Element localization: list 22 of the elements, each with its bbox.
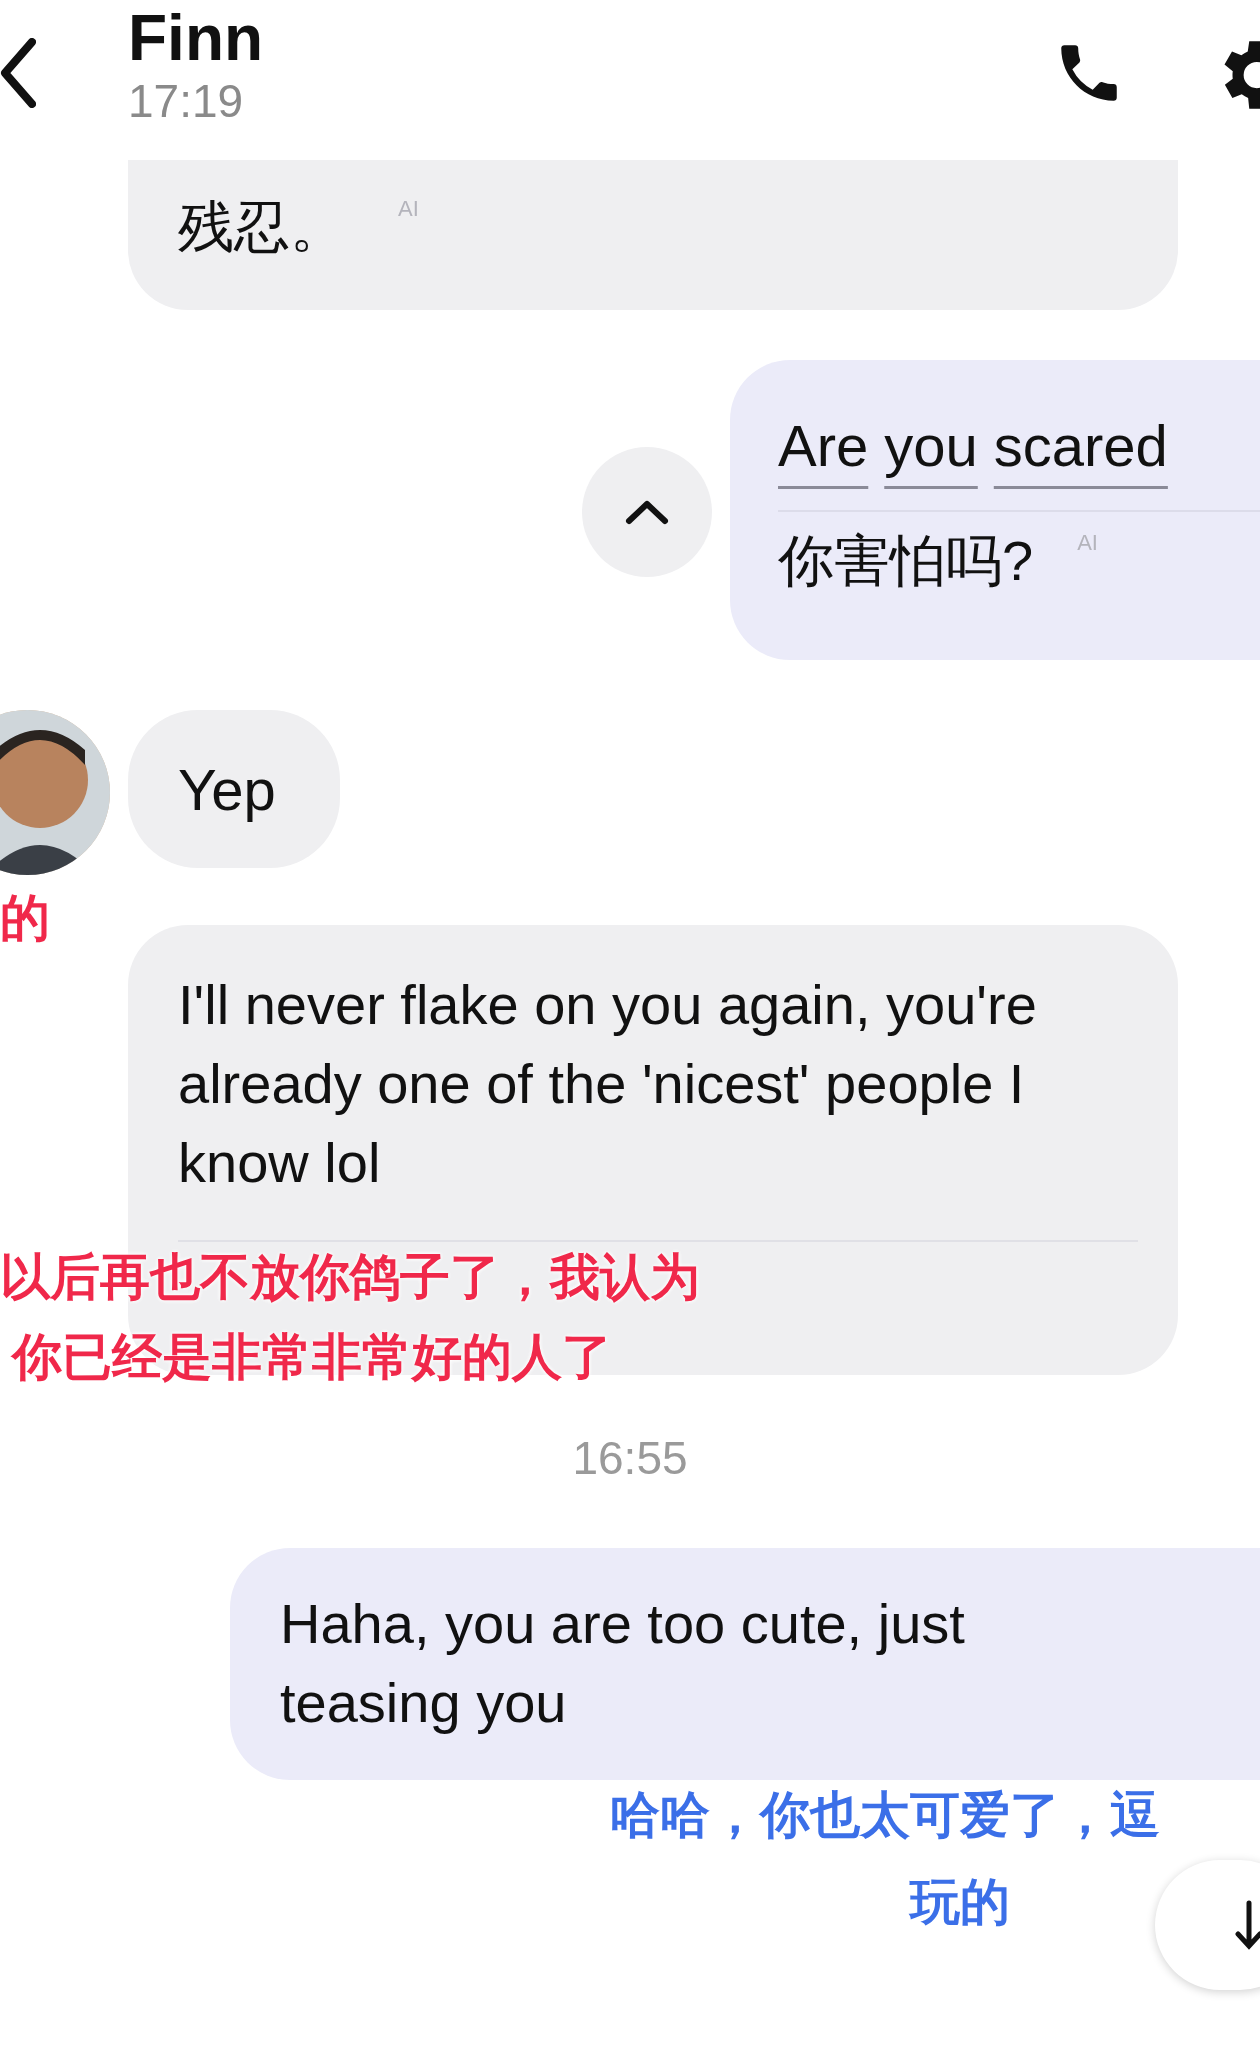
message-text: Yep [178,755,276,824]
caption-text: 哈哈，你也太可爱了，逗 [610,1786,1160,1845]
contact-name: Finn [128,1,264,76]
timestamp: 16:55 [572,1432,688,1484]
message-word: scared [993,412,1168,480]
back-icon[interactable] [0,38,36,108]
down-arrow-icon [1235,1900,1260,1950]
message-word: Are [778,412,869,480]
message-text: Haha, you are too cute, just teasing you [280,1591,966,1736]
caption-text: 你已经是非常非常好的人了 [12,1328,612,1387]
caption-text: 以后再也不放你鸽子了，我认为 [0,1248,700,1307]
caption-text: 玩的 [910,1873,1010,1932]
message-text: 残忍。 [178,194,346,260]
last-seen-time: 17:19 [128,76,245,126]
ai-tag: AI [1077,526,1098,559]
caption-text: 的 [0,889,50,948]
message-text: I'll never flake on you again, you're already one of the 'nicest' people I know lol [178,972,1038,1196]
translation-text: 你害怕吗? [778,528,1034,594]
chevron-up-icon [625,499,669,525]
ai-tag: AI [398,192,419,225]
message-word: you [884,412,978,480]
scroll-down-button[interactable] [1155,1860,1260,1990]
